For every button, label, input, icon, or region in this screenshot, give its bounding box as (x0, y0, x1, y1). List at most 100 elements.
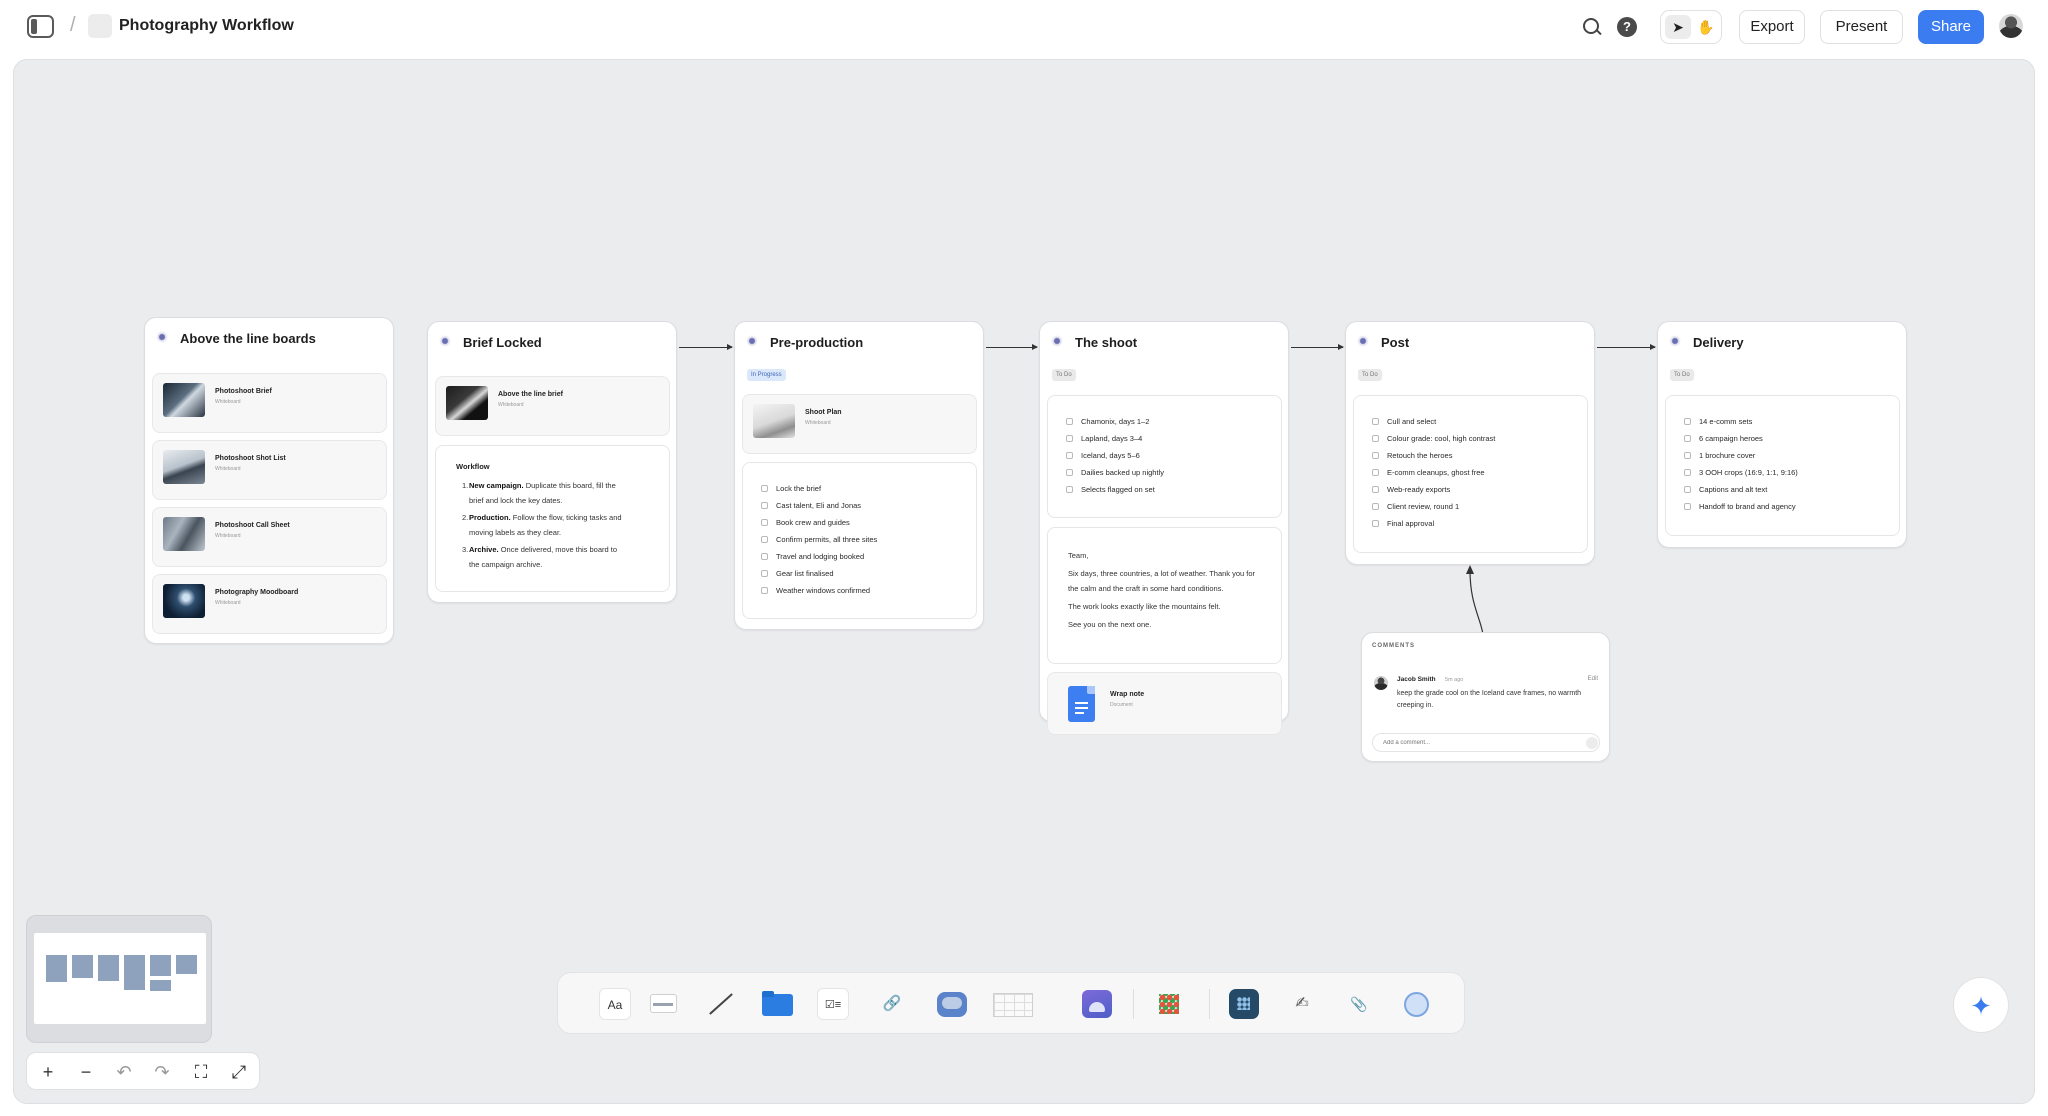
comments-panel[interactable]: COMMENTS Jacob Smith 5m ago Edit keep th… (1361, 632, 1610, 762)
task-item[interactable]: Handoff to brand and agency (1684, 502, 1798, 519)
checkbox[interactable] (1684, 435, 1691, 442)
card-delivery[interactable]: Delivery To Do 14 e-comm sets 6 campaign… (1657, 321, 1907, 548)
task-item[interactable]: E-comm cleanups, ghost free (1372, 468, 1495, 485)
board-link[interactable]: Above the line brief Whiteboard (435, 376, 670, 436)
user-avatar[interactable] (1999, 14, 2023, 38)
status-badge[interactable]: To Do (1052, 369, 1076, 381)
task-item[interactable]: Client review, round 1 (1372, 502, 1495, 519)
card-above-the-line-boards[interactable]: Above the line boards Photoshoot Brief W… (144, 317, 394, 644)
board-link[interactable]: Shoot Plan Whiteboard (742, 394, 977, 454)
board-link[interactable]: Photography Moodboard Whiteboard (152, 574, 387, 634)
checkbox[interactable] (1372, 435, 1379, 442)
workflow-note[interactable]: Workflow 1. New campaign. Duplicate this … (435, 445, 670, 592)
connector-arrow[interactable] (1291, 344, 1344, 350)
add-comment-input[interactable] (1372, 733, 1600, 752)
checkbox[interactable] (1066, 469, 1073, 476)
sidebar-toggle-icon[interactable] (27, 15, 54, 38)
checkbox[interactable] (1066, 418, 1073, 425)
attachment-icon[interactable]: 📎 (1343, 988, 1375, 1020)
board-link[interactable]: Photoshoot Brief Whiteboard (152, 373, 387, 433)
task-item[interactable]: Cull and select (1372, 417, 1495, 434)
task-item[interactable]: Final approval (1372, 519, 1495, 536)
checkbox[interactable] (761, 536, 768, 543)
fullscreen-icon[interactable]: ⤢ (226, 1060, 252, 1084)
ai-assistant-sparkle-icon[interactable]: ✦ (1953, 977, 2009, 1033)
wrap-message-note[interactable]: Team, Six days, three countries, a lot o… (1047, 527, 1282, 664)
task-item[interactable]: 6 campaign heroes (1684, 434, 1798, 451)
task-item[interactable]: Book crew and guides (761, 518, 877, 535)
checkbox[interactable] (1372, 486, 1379, 493)
task-item[interactable]: Cast talent, Eli and Jonas (761, 501, 877, 518)
task-item[interactable]: Weather windows confirmed (761, 586, 877, 603)
checkbox[interactable] (1684, 486, 1691, 493)
checkbox[interactable] (761, 570, 768, 577)
board-link[interactable]: Photoshoot Shot List Whiteboard (152, 440, 387, 500)
checkbox[interactable] (1372, 452, 1379, 459)
line-arrow-icon[interactable] (704, 988, 736, 1020)
export-button[interactable]: Export (1739, 10, 1805, 44)
folder-icon[interactable] (761, 988, 793, 1020)
task-item[interactable]: Colour grade: cool, high contrast (1372, 434, 1495, 451)
checkbox[interactable] (761, 519, 768, 526)
checkbox[interactable] (1066, 452, 1073, 459)
search-icon[interactable] (1581, 16, 1603, 38)
share-button[interactable]: Share (1918, 10, 1984, 44)
task-item[interactable]: Web-ready exports (1372, 485, 1495, 502)
checkbox[interactable] (761, 587, 768, 594)
task-item[interactable]: Iceland, days 5–6 (1066, 451, 1164, 468)
table-icon[interactable] (993, 988, 1033, 1020)
checkbox[interactable] (1372, 520, 1379, 527)
task-item[interactable]: Chamonix, days 1–2 (1066, 417, 1164, 434)
checkbox[interactable] (1684, 469, 1691, 476)
help-icon[interactable]: ? (1617, 17, 1637, 37)
connector-arrow[interactable] (679, 344, 733, 350)
undo-icon[interactable]: ↶ (111, 1060, 137, 1084)
card-the-shoot[interactable]: The shoot To Do Chamonix, days 1–2 Lapla… (1039, 321, 1289, 735)
send-comment-icon[interactable] (1586, 737, 1598, 749)
task-item[interactable]: Lapland, days 3–4 (1066, 434, 1164, 451)
fit-to-screen-icon[interactable]: ⛶ (188, 1060, 214, 1084)
checkbox[interactable] (761, 485, 768, 492)
checkbox[interactable] (1066, 486, 1073, 493)
document-link[interactable]: Wrap note Document (1047, 672, 1282, 735)
whiteboard-canvas[interactable]: Above the line boards Photoshoot Brief W… (13, 59, 2035, 1104)
checkbox[interactable] (1684, 452, 1691, 459)
task-item[interactable]: 14 e-comm sets (1684, 417, 1798, 434)
cursor-arrow-icon[interactable]: ➤ (1665, 15, 1691, 39)
image-upload-icon[interactable] (1081, 988, 1113, 1020)
checkbox[interactable] (1372, 418, 1379, 425)
link-icon[interactable]: 🔗 (876, 988, 908, 1020)
comment-edit-link[interactable]: Edit (1588, 676, 1598, 682)
checkbox[interactable] (1066, 435, 1073, 442)
task-item[interactable]: Captions and alt text (1684, 485, 1798, 502)
task-item[interactable]: Gear list finalised (761, 569, 877, 586)
minimap[interactable] (26, 915, 212, 1043)
task-item[interactable]: Dailies backed up nightly (1066, 468, 1164, 485)
task-item[interactable]: Lock the brief (761, 484, 877, 501)
status-badge[interactable]: To Do (1358, 369, 1382, 381)
comment-bubble-icon[interactable] (935, 988, 967, 1020)
task-item[interactable]: 3 OOH crops (16:9, 1:1, 9:16) (1684, 468, 1798, 485)
connector-arrow[interactable] (1597, 344, 1656, 350)
present-button[interactable]: Present (1820, 10, 1903, 44)
card-post[interactable]: Post To Do Cull and select Colour grade:… (1345, 321, 1595, 565)
checkbox[interactable] (1372, 469, 1379, 476)
task-item[interactable]: 1 brochure cover (1684, 451, 1798, 468)
pen-draw-icon[interactable]: ✍ (1286, 988, 1318, 1020)
zoom-out-icon[interactable]: − (73, 1060, 99, 1084)
connector-arrow[interactable] (986, 344, 1038, 350)
checkbox[interactable] (761, 553, 768, 560)
task-item[interactable]: Confirm permits, all three sites (761, 535, 877, 552)
board-icon[interactable] (88, 14, 112, 38)
checkbox[interactable] (1684, 418, 1691, 425)
globe-embed-icon[interactable] (1400, 988, 1432, 1020)
board-link[interactable]: Photoshoot Call Sheet Whiteboard (152, 507, 387, 567)
checkbox[interactable] (1372, 503, 1379, 510)
text-tool-icon[interactable]: Aa (599, 988, 631, 1020)
status-badge[interactable]: In Progress (747, 369, 786, 381)
zoom-in-icon[interactable]: + (35, 1060, 61, 1084)
sticky-note-icon[interactable] (647, 988, 679, 1020)
checklist-icon[interactable]: ☑≡ (817, 988, 849, 1020)
checkbox[interactable] (761, 502, 768, 509)
checkbox[interactable] (1684, 503, 1691, 510)
